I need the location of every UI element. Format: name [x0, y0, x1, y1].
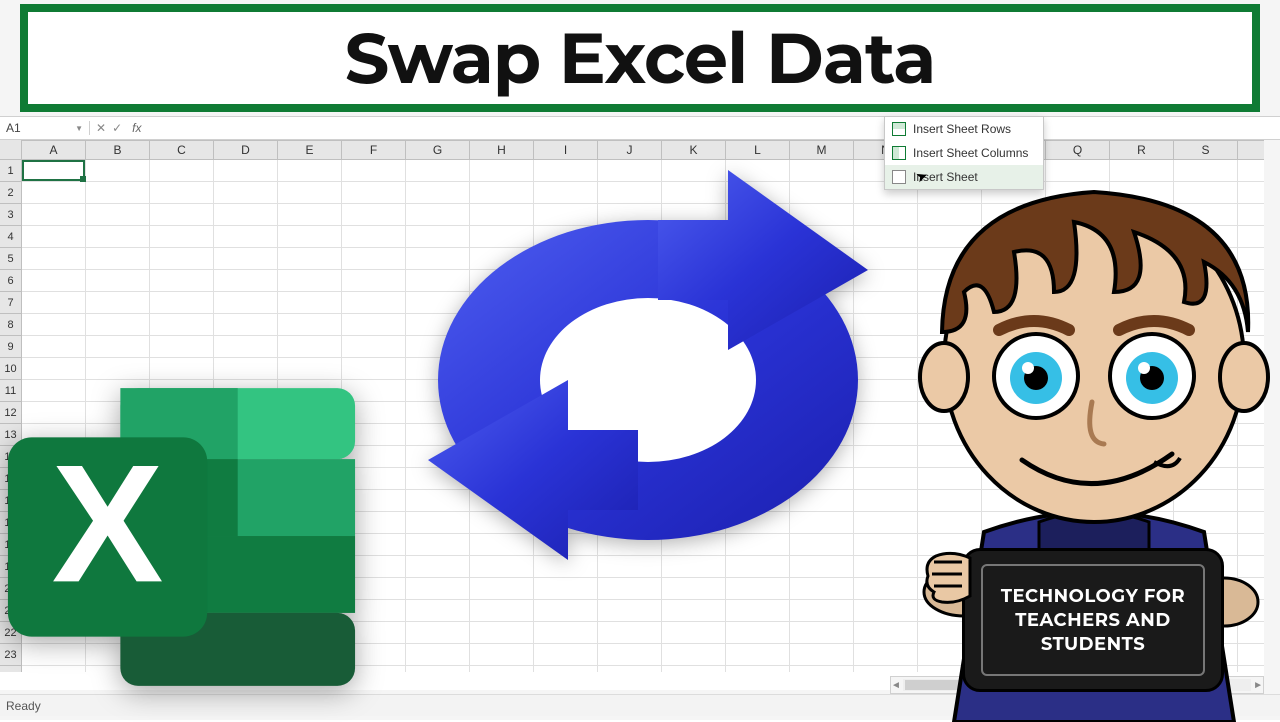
tablet-sign: TECHNOLOGY FOR TEACHERS AND STUDENTS [962, 548, 1224, 692]
col-header[interactable]: A [22, 141, 86, 159]
name-box-value: A1 [6, 121, 21, 135]
row-header[interactable]: 5 [0, 248, 21, 270]
col-header[interactable]: Q [1046, 141, 1110, 159]
fill-handle[interactable] [80, 176, 86, 182]
select-all-triangle[interactable] [0, 140, 22, 160]
menu-label: Insert Sheet Rows [913, 122, 1011, 136]
row-header[interactable]: 1 [0, 160, 21, 182]
cancel-icon[interactable]: ✕ [96, 121, 106, 135]
col-header[interactable]: S [1174, 141, 1238, 159]
page-title: Swap Excel Data [345, 15, 936, 101]
tablet-text: TECHNOLOGY FOR TEACHERS AND STUDENTS [991, 584, 1195, 657]
status-ready: Ready [6, 699, 41, 713]
formula-buttons: ✕ ✓ [90, 121, 128, 135]
cartoon-hand [922, 548, 972, 604]
fx-label[interactable]: fx [128, 121, 145, 135]
row-header[interactable]: 3 [0, 204, 21, 226]
row-header[interactable]: 7 [0, 292, 21, 314]
row-header[interactable]: 2 [0, 182, 21, 204]
row-header[interactable]: 10 [0, 358, 21, 380]
row-header[interactable]: 9 [0, 336, 21, 358]
name-box[interactable]: A1 ▼ [0, 121, 90, 135]
col-header[interactable]: C [150, 141, 214, 159]
row-header[interactable]: 4 [0, 226, 21, 248]
formula-bar: A1 ▼ ✕ ✓ fx [0, 116, 1280, 140]
col-header[interactable]: E [278, 141, 342, 159]
swap-arrows-icon [408, 150, 888, 570]
row-header[interactable]: 8 [0, 314, 21, 336]
col-header[interactable]: D [214, 141, 278, 159]
col-header[interactable]: R [1110, 141, 1174, 159]
scroll-left-icon[interactable]: ◄ [891, 680, 901, 691]
name-box-dropdown-icon: ▼ [75, 124, 83, 133]
selected-cell-outline [22, 160, 85, 181]
insert-columns-icon [891, 145, 907, 161]
menu-label: Insert Sheet Columns [913, 146, 1028, 160]
title-banner: Swap Excel Data [20, 4, 1260, 112]
menu-item-insert-rows[interactable]: Insert Sheet Rows [885, 117, 1043, 141]
insert-rows-icon [891, 121, 907, 137]
confirm-icon[interactable]: ✓ [112, 121, 122, 135]
col-header[interactable]: F [342, 141, 406, 159]
svg-text:X: X [52, 429, 164, 617]
row-header[interactable]: 6 [0, 270, 21, 292]
excel-logo: X [4, 382, 359, 692]
col-header[interactable]: B [86, 141, 150, 159]
